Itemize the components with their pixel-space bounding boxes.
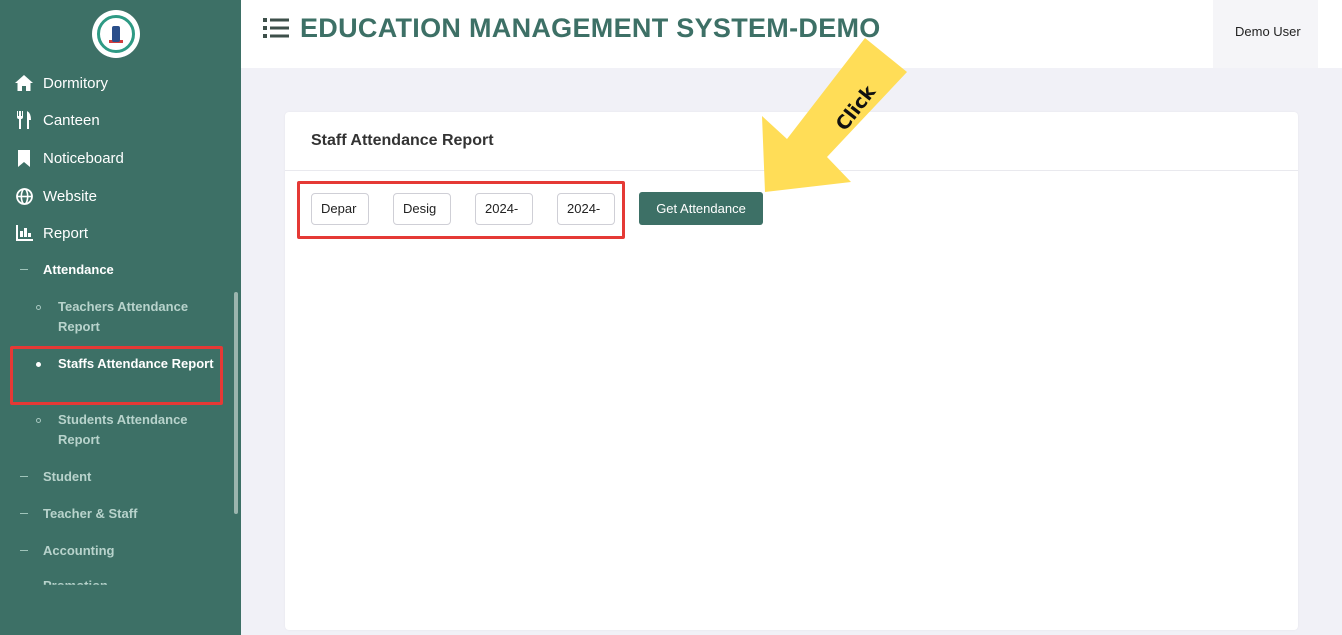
highlight-box bbox=[10, 346, 223, 405]
circle-icon bbox=[36, 305, 41, 310]
sidebar-item-dormitory[interactable]: Dormitory bbox=[14, 71, 108, 95]
sidebar-item-canteen[interactable]: Canteen bbox=[14, 108, 100, 132]
dash-icon bbox=[20, 269, 28, 270]
user-menu-button[interactable]: Demo User bbox=[1225, 22, 1311, 41]
sidebar-subitem-attendance[interactable]: Attendance bbox=[20, 262, 114, 277]
chart-icon bbox=[14, 223, 34, 243]
sidebar-subitem-promotion[interactable]: Promotion bbox=[20, 578, 108, 586]
bookmark-icon bbox=[14, 148, 34, 168]
circle-icon bbox=[36, 418, 41, 423]
sidebar-leaf-students-attendance[interactable]: Students Attendance Report bbox=[36, 410, 216, 450]
sidebar-scrollbar[interactable] bbox=[234, 292, 238, 514]
sidebar: Dormitory Canteen Noticeboard Website Re… bbox=[0, 0, 241, 635]
sidebar-subitem-student[interactable]: Student bbox=[20, 469, 91, 484]
globe-icon bbox=[14, 186, 34, 206]
get-attendance-button[interactable]: Get Attendance bbox=[639, 192, 763, 225]
school-logo[interactable] bbox=[92, 10, 140, 58]
highlight-box bbox=[297, 181, 625, 239]
sidebar-item-label: Canteen bbox=[43, 111, 100, 129]
dash-icon bbox=[20, 476, 28, 477]
sidebar-subitem-teacher-staff[interactable]: Teacher & Staff bbox=[20, 506, 137, 521]
sidebar-item-label: Dormitory bbox=[43, 74, 109, 92]
sidebar-leaf-teachers-attendance[interactable]: Teachers Attendance Report bbox=[36, 297, 216, 337]
menu-list-icon[interactable] bbox=[263, 17, 289, 39]
card-title: Staff Attendance Report bbox=[311, 132, 494, 149]
sidebar-item-website[interactable]: Website bbox=[14, 184, 97, 208]
home-icon bbox=[14, 73, 34, 93]
sidebar-subitem-accounting[interactable]: Accounting bbox=[20, 543, 115, 558]
sidebar-item-label: Website bbox=[43, 187, 97, 205]
utensils-icon bbox=[14, 110, 34, 130]
click-arrow-annotation: Click bbox=[762, 38, 907, 192]
dash-icon bbox=[20, 550, 28, 551]
sidebar-item-noticeboard[interactable]: Noticeboard bbox=[14, 146, 124, 170]
dash-icon bbox=[20, 585, 28, 586]
dash-icon bbox=[20, 513, 28, 514]
sidebar-item-label: Report bbox=[43, 224, 89, 242]
sidebar-item-label: Noticeboard bbox=[43, 149, 124, 167]
sidebar-item-report[interactable]: Report bbox=[14, 221, 88, 245]
